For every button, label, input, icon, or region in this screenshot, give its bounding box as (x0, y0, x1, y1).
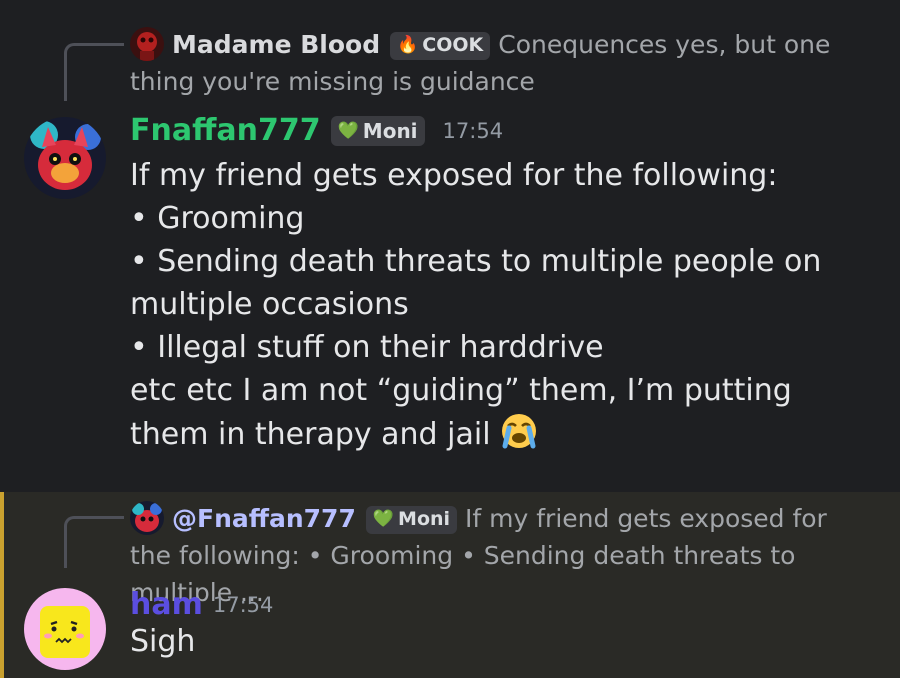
heart-icon: 💚 (337, 120, 359, 141)
content-line: • Sending death threats to multiple peop… (130, 244, 822, 322)
role-tag-label: Moni (362, 118, 418, 143)
content-line: etc etc I am not “guiding” them, I’m put… (130, 373, 792, 452)
timestamp[interactable]: 17:54 (443, 119, 504, 143)
heart-icon: 💚 (372, 509, 395, 529)
loudly-crying-face-emoji[interactable] (500, 412, 538, 450)
reply-author-name[interactable]: Madame Blood (172, 30, 380, 59)
timestamp[interactable]: 17:54 (213, 593, 274, 617)
role-tag-label: COOK (422, 34, 484, 56)
content-line-last: etc etc I am not “guiding” them, I’m put… (130, 369, 860, 456)
avatar[interactable] (24, 117, 106, 199)
reply-avatar[interactable] (130, 501, 164, 535)
content-line: • Illegal stuff on their harddrive (130, 330, 604, 365)
avatar[interactable] (24, 588, 106, 670)
content-line: • Grooming (130, 201, 305, 236)
author-name[interactable]: ham (130, 587, 203, 622)
content-line: Sigh (130, 624, 196, 659)
reply-spine (64, 43, 124, 101)
message-header: ham 17:54 (130, 587, 273, 622)
author-name[interactable]: Fnaffan777 (130, 113, 321, 148)
role-tag: 🔥 COOK (390, 31, 491, 60)
message-fnaffan777[interactable]: Madame Blood 🔥 COOK Conequences yes, but on… (0, 0, 900, 492)
message-ham[interactable]: @Fnaffan777 💚 Moni If my friend gets expose… (0, 492, 900, 678)
reply-spine (64, 516, 124, 568)
reply-avatar[interactable] (130, 27, 164, 61)
reply-mention[interactable]: @Fnaffan777 (172, 504, 356, 533)
role-tag: 💚 Moni (365, 505, 458, 534)
role-tag: 💚 Moni (330, 115, 425, 146)
reply-preview[interactable]: Madame Blood 🔥 COOK Conequences yes, but on… (130, 26, 870, 100)
message-header: Fnaffan777 💚 Moni 17:54 (130, 113, 503, 148)
role-tag-label: Moni (398, 508, 451, 530)
content-line: If my friend gets exposed for the follow… (130, 158, 778, 193)
fire-icon: 🔥 (397, 35, 419, 55)
message-content: If my friend gets exposed for the follow… (130, 154, 860, 456)
message-content: Sigh (130, 620, 860, 663)
